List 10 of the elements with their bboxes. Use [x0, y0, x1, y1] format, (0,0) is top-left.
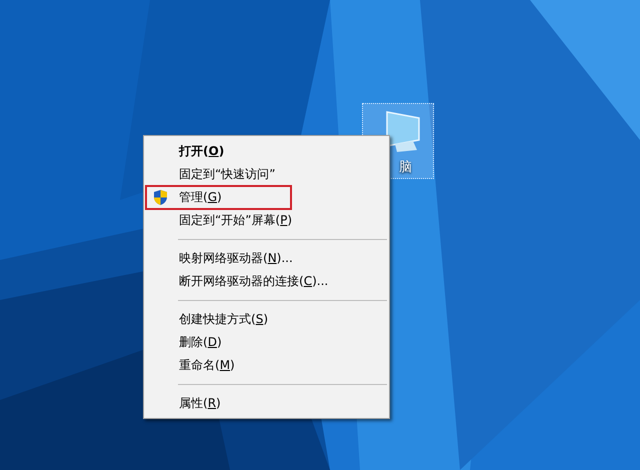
menu-item[interactable]: 重命名(M)	[146, 354, 387, 377]
menu-item[interactable]: 删除(D)	[146, 331, 387, 354]
menu-item[interactable]: 管理(G)	[146, 186, 291, 209]
menu-item[interactable]: 属性(R)	[146, 392, 387, 415]
menu-item[interactable]: 映射网络驱动器(N)...	[146, 247, 387, 270]
menu-item[interactable]: 固定到“开始”屏幕(P)	[146, 209, 387, 232]
icon-label: 脑	[399, 160, 412, 176]
shield-icon	[152, 189, 169, 206]
menu-item[interactable]: 创建快捷方式(S)	[146, 308, 387, 331]
menu-item[interactable]: 断开网络驱动器的连接(C)...	[146, 270, 387, 293]
